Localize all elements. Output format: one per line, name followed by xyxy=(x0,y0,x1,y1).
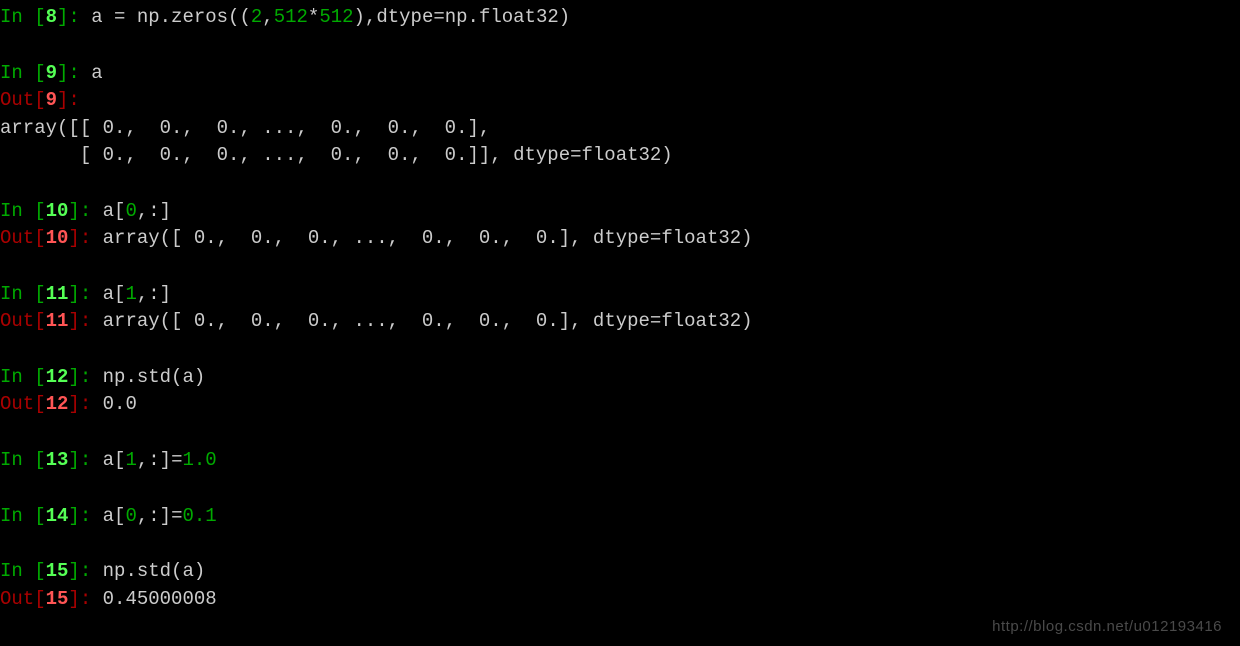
out-content: 0.0 xyxy=(103,393,137,415)
out-prompt: Out[ xyxy=(0,393,46,415)
in-prompt: In [ xyxy=(0,449,46,471)
code: a[ xyxy=(103,200,126,222)
in-num: 8 xyxy=(46,6,57,28)
out-line-15: Out[15]: 0.45000008 xyxy=(0,586,1240,614)
blank-line xyxy=(0,253,1240,281)
in-close: ]: xyxy=(68,200,102,222)
code: ,:] xyxy=(137,200,171,222)
out-content: 0.45000008 xyxy=(103,588,217,610)
num-lit: 1 xyxy=(125,449,136,471)
in-line-10: In [10]: a[0,:] xyxy=(0,198,1240,226)
in-close: ]: xyxy=(68,366,102,388)
blank-line xyxy=(0,170,1240,198)
out-prompt: Out[ xyxy=(0,588,46,610)
in-num: 11 xyxy=(46,283,69,305)
out-prompt: Out[ xyxy=(0,227,46,249)
in-prompt: In [ xyxy=(0,62,46,84)
num-lit: 1.0 xyxy=(182,449,216,471)
code: a[ xyxy=(103,505,126,527)
num-lit: 0 xyxy=(125,200,136,222)
in-line-15: In [15]: np.std(a) xyxy=(0,558,1240,586)
out-line-9: Out[9]: xyxy=(0,87,1240,115)
out-num: 11 xyxy=(46,310,69,332)
out-close: ]: xyxy=(57,89,91,111)
in-prompt: In [ xyxy=(0,200,46,222)
in-close: ]: xyxy=(68,449,102,471)
watermark-text: http://blog.csdn.net/u012193416 xyxy=(992,616,1222,638)
op: * xyxy=(308,6,319,28)
code: a xyxy=(91,62,102,84)
code: ,:]= xyxy=(137,449,183,471)
out-line-10: Out[10]: array([ 0., 0., 0., ..., 0., 0.… xyxy=(0,225,1240,253)
blank-line xyxy=(0,32,1240,60)
num-lit: 1 xyxy=(125,283,136,305)
code: ,:]= xyxy=(137,505,183,527)
in-line-11: In [11]: a[1,:] xyxy=(0,281,1240,309)
num-lit: 0 xyxy=(125,505,136,527)
sep: , xyxy=(262,6,273,28)
blank-line xyxy=(0,530,1240,558)
in-line-9: In [9]: a xyxy=(0,60,1240,88)
in-line-12: In [12]: np.std(a) xyxy=(0,364,1240,392)
in-num: 14 xyxy=(46,505,69,527)
out-content-9a: array([[ 0., 0., 0., ..., 0., 0., 0.], xyxy=(0,115,1240,143)
code: a = np.zeros(( xyxy=(91,6,251,28)
in-prompt: In [ xyxy=(0,283,46,305)
code: ),dtype=np.float32) xyxy=(354,6,571,28)
in-close: ]: xyxy=(57,62,91,84)
code: np.std(a) xyxy=(103,560,206,582)
in-close: ]: xyxy=(57,6,91,28)
out-num: 10 xyxy=(46,227,69,249)
code: a[ xyxy=(103,283,126,305)
out-line-11: Out[11]: array([ 0., 0., 0., ..., 0., 0.… xyxy=(0,308,1240,336)
blank-line xyxy=(0,336,1240,364)
in-close: ]: xyxy=(68,505,102,527)
in-prompt: In [ xyxy=(0,6,46,28)
in-num: 13 xyxy=(46,449,69,471)
blank-line xyxy=(0,419,1240,447)
in-prompt: In [ xyxy=(0,366,46,388)
out-num: 15 xyxy=(46,588,69,610)
code: np.std(a) xyxy=(103,366,206,388)
in-prompt: In [ xyxy=(0,505,46,527)
in-num: 12 xyxy=(46,366,69,388)
out-content: array([ 0., 0., 0., ..., 0., 0., 0.], dt… xyxy=(103,227,753,249)
out-line-12: Out[12]: 0.0 xyxy=(0,391,1240,419)
out-num: 9 xyxy=(46,89,57,111)
code: a[ xyxy=(103,449,126,471)
terminal-output[interactable]: In [8]: a = np.zeros((2,512*512),dtype=n… xyxy=(0,4,1240,613)
in-close: ]: xyxy=(68,283,102,305)
in-line-14: In [14]: a[0,:]=0.1 xyxy=(0,503,1240,531)
out-close: ]: xyxy=(68,588,102,610)
out-close: ]: xyxy=(68,227,102,249)
num-lit: 512 xyxy=(274,6,308,28)
num-lit: 0.1 xyxy=(182,505,216,527)
in-line-8: In [8]: a = np.zeros((2,512*512),dtype=n… xyxy=(0,4,1240,32)
out-content: array([ 0., 0., 0., ..., 0., 0., 0.], dt… xyxy=(103,310,753,332)
in-num: 9 xyxy=(46,62,57,84)
in-close: ]: xyxy=(68,560,102,582)
in-line-13: In [13]: a[1,:]=1.0 xyxy=(0,447,1240,475)
out-prompt: Out[ xyxy=(0,310,46,332)
in-prompt: In [ xyxy=(0,560,46,582)
out-num: 12 xyxy=(46,393,69,415)
code: ,:] xyxy=(137,283,171,305)
num-lit: 2 xyxy=(251,6,262,28)
blank-line xyxy=(0,475,1240,503)
in-num: 15 xyxy=(46,560,69,582)
out-close: ]: xyxy=(68,393,102,415)
num-lit: 512 xyxy=(319,6,353,28)
out-prompt: Out[ xyxy=(0,89,46,111)
out-close: ]: xyxy=(68,310,102,332)
out-content-9b: [ 0., 0., 0., ..., 0., 0., 0.]], dtype=f… xyxy=(0,142,1240,170)
in-num: 10 xyxy=(46,200,69,222)
